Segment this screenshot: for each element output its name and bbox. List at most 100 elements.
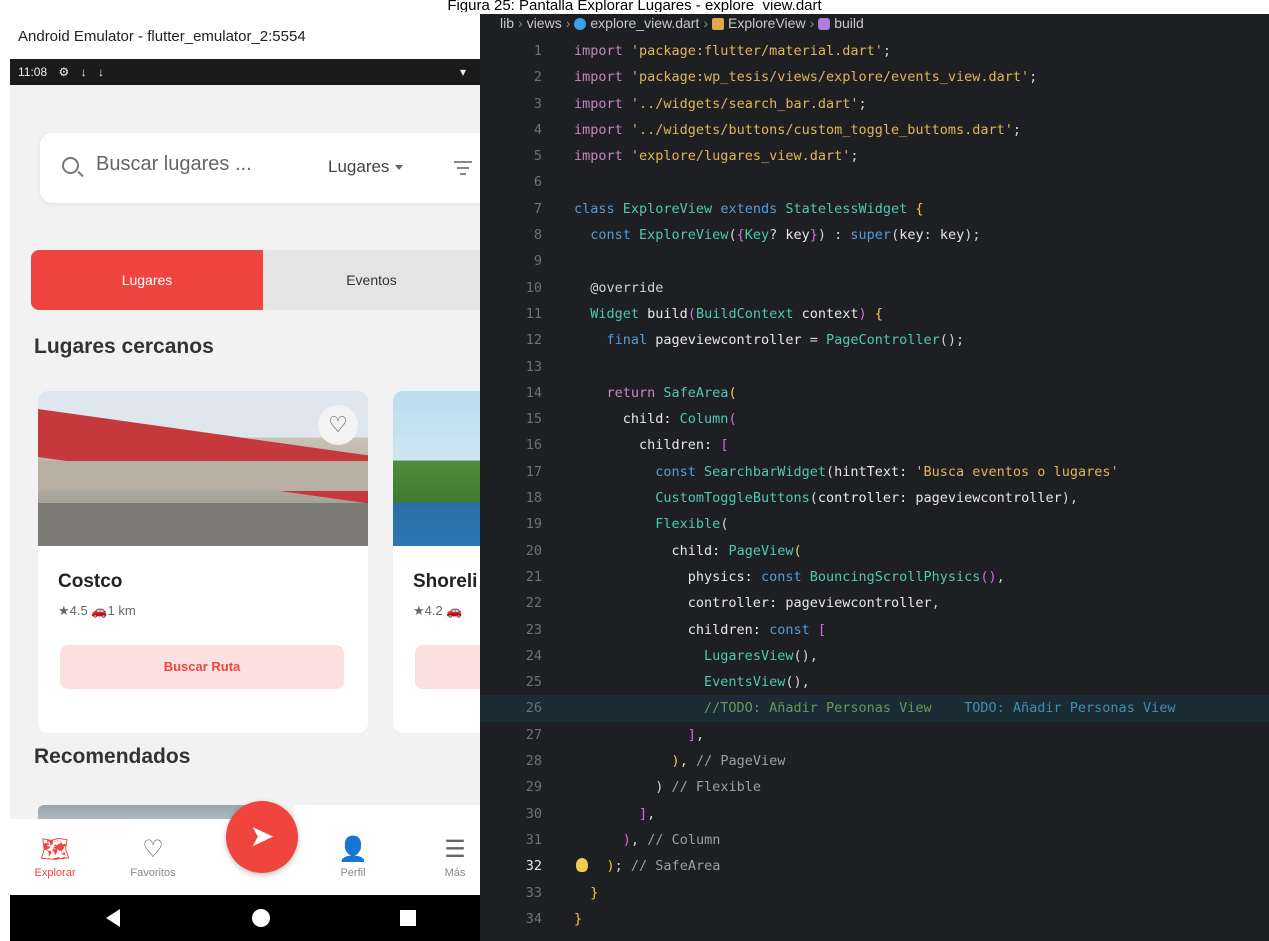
code-text: ), // PageView [671, 753, 786, 770]
code-text: controller: pageviewcontroller, [574, 595, 940, 612]
place-meta: ★4.2 🚗 [413, 603, 463, 618]
code-line[interactable]: 12 final pageviewcontroller = PageContro… [480, 327, 1269, 353]
breadcrumb-folder[interactable]: lib [500, 15, 514, 31]
code-line[interactable]: 23 children: const [ [480, 617, 1269, 643]
place-name: Shoreli [413, 571, 478, 592]
navigate-fab[interactable]: ➤ [226, 801, 298, 873]
line-number: 15 [525, 411, 542, 428]
nav-perfil[interactable]: 👤 Perfil [308, 835, 398, 879]
filter-icon[interactable] [454, 161, 472, 179]
line-number: 9 [533, 253, 542, 270]
code-line[interactable]: 10 @override [480, 275, 1269, 301]
code-text: import 'package:flutter/material.dart'; [574, 43, 892, 59]
code-line[interactable]: 24 LugaresView(), [480, 643, 1269, 669]
line-number: 10 [525, 279, 542, 296]
line-number: 6 [533, 174, 542, 191]
code-text: return SafeArea( [574, 384, 737, 401]
line-number: 5 [533, 148, 542, 165]
code-line[interactable]: 9 [480, 248, 1269, 274]
category-dropdown-label: Lugares [328, 157, 390, 176]
code-line[interactable]: 18 CustomToggleButtons(controller: pagev… [480, 485, 1269, 511]
code-line[interactable]: 1 import 'package:flutter/material.dart'; [480, 38, 1269, 64]
code-line[interactable]: 4 import '../widgets/buttons/custom_toggl… [480, 117, 1269, 143]
place-image: ♡ [38, 391, 368, 546]
code-line[interactable]: 32 ); // SafeArea [480, 853, 1269, 879]
nav-mas[interactable]: ☰ Más [410, 835, 480, 879]
code-line[interactable]: 16 children: [ [480, 432, 1269, 458]
back-icon[interactable] [106, 909, 120, 927]
code-line[interactable]: 19 Flexible( [480, 511, 1269, 537]
code-text: const ExploreView({Key? key}) : super(ke… [574, 227, 981, 244]
code-line[interactable]: 8 const ExploreView({Key? key}) : super(… [480, 222, 1269, 248]
toggle-lugares[interactable]: Lugares [31, 250, 263, 310]
chevron-down-icon [395, 165, 404, 171]
code-line[interactable]: 34} [480, 906, 1269, 932]
code-line[interactable]: 22 controller: pageviewcontroller, [480, 590, 1269, 616]
wifi-icon: ▾ [459, 65, 466, 79]
place-name: Costco [58, 571, 123, 592]
nearby-title: Lugares cercanos [34, 335, 214, 358]
code-line[interactable]: 13 [480, 354, 1269, 380]
code-line[interactable]: 3 import '../widgets/search_bar.dart'; [480, 91, 1269, 117]
breadcrumb-method[interactable]: build [834, 15, 864, 31]
line-number: 23 [525, 621, 542, 638]
code-line[interactable]: 7 class ExploreView extends StatelessWidg… [480, 196, 1269, 222]
code-text: ], [687, 726, 705, 743]
nav-explorar[interactable]: 🗺 Explorar [10, 835, 100, 879]
code-line[interactable]: 26 //TODO: Añadir Personas View TODO: Añ… [480, 695, 1269, 722]
map-icon: 🗺 [39, 836, 71, 863]
line-number: 24 [525, 647, 542, 664]
line-number: 3 [533, 95, 542, 112]
route-button[interactable]: Buscar Ruta [60, 645, 344, 689]
bottom-navigation: 🗺 Explorar ♡ Favoritos ➤ 👤 Perfil ☰ Más [10, 801, 480, 895]
code-text: children: const [ [574, 621, 826, 638]
code-line[interactable]: 28 ), // PageView [480, 748, 1269, 774]
code-line[interactable]: 30 ], [480, 801, 1269, 827]
breadcrumb-folder[interactable]: views [527, 15, 562, 31]
code-line[interactable]: 6 [480, 169, 1269, 195]
search-input[interactable] [96, 153, 266, 176]
code-text: class ExploreView extends StatelessWidge… [574, 200, 924, 217]
nav-favoritos[interactable]: ♡ Favoritos [108, 835, 198, 879]
recents-icon[interactable] [400, 910, 416, 926]
code-text: ), // Column [622, 831, 721, 848]
code-line[interactable]: 5 import 'explore/lugares_view.dart'; [480, 143, 1269, 169]
place-card[interactable]: Shoreli ★4.2 🚗 [393, 391, 480, 733]
method-icon [818, 18, 831, 31]
code-line[interactable]: 20 child: PageView( [480, 538, 1269, 564]
code-line[interactable]: 25 EventsView(), [480, 669, 1269, 695]
code-line[interactable]: 21 physics: const BouncingScrollPhysics(… [480, 564, 1269, 590]
code-line[interactable]: 31 ), // Column [480, 827, 1269, 853]
category-dropdown[interactable]: Lugares [328, 157, 404, 177]
line-number: 16 [525, 437, 542, 454]
place-meta: ★4.5 🚗1 km [58, 603, 136, 618]
code-text: child: PageView( [574, 542, 802, 559]
code-line[interactable]: 27 ], [480, 722, 1269, 748]
code-line[interactable]: 14 return SafeArea( [480, 380, 1269, 406]
code-line[interactable]: 15 child: Column( [480, 406, 1269, 432]
code-area[interactable]: 1 import 'package:flutter/material.dart';… [480, 38, 1269, 932]
system-navigation [10, 895, 480, 941]
line-number: 19 [525, 516, 542, 533]
code-line[interactable]: 2 import 'package:wp_tesis/views/explore/… [480, 64, 1269, 90]
search-bar[interactable]: Lugares [40, 133, 480, 203]
line-number: 34 [525, 910, 542, 927]
code-line[interactable]: 29 ) // Flexible [480, 774, 1269, 800]
code-text: ], [639, 805, 656, 822]
place-card[interactable]: ♡ Costco ★4.5 🚗1 km Buscar Ruta [38, 391, 368, 733]
code-text: import 'explore/lugares_view.dart'; [574, 148, 859, 165]
home-icon[interactable] [252, 909, 270, 927]
breadcrumb: lib › views › explore_view.dart › ExploreView ›… [480, 14, 1269, 36]
breadcrumb-class[interactable]: ExploreView [728, 15, 806, 31]
route-button[interactable] [415, 645, 480, 689]
code-line[interactable]: 17 const SearchbarWidget(hintText: 'Busc… [480, 459, 1269, 485]
heart-icon[interactable]: ♡ [318, 405, 358, 445]
code-text: } [590, 884, 599, 901]
nav-label: Explorar [34, 867, 76, 879]
breadcrumb-file[interactable]: explore_view.dart [590, 15, 699, 31]
code-line[interactable]: 11 Widget build(BuildContext context) { [480, 301, 1269, 327]
code-text: @override [574, 279, 664, 296]
code-text: CustomToggleButtons(controller: pageview… [655, 490, 1078, 507]
toggle-eventos[interactable]: Eventos [263, 250, 480, 310]
code-line[interactable]: 33 } [480, 880, 1269, 906]
